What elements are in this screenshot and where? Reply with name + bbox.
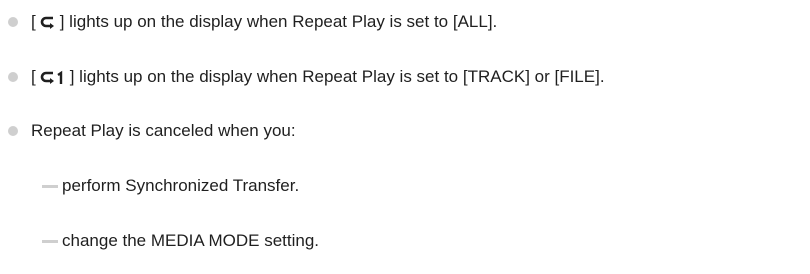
bullet-icon [8, 126, 18, 136]
sub-item-text: perform Synchronized Transfer. [62, 176, 300, 195]
note-text-canceled: Repeat Play is canceled when you: [31, 121, 296, 140]
bullet-icon [8, 72, 18, 82]
sub-item-text: change the MEDIA MODE setting. [62, 231, 320, 250]
bullet-icon [8, 17, 18, 27]
repeat-all-icon [40, 15, 56, 31]
note-text-repeat-all: [] lights up on the display when Repeat … [31, 12, 498, 31]
dash-icon [42, 185, 58, 188]
note-text-repeat-one: [] lights up on the display when Repeat … [31, 67, 605, 86]
dash-icon [42, 240, 58, 243]
repeat-one-icon [40, 70, 66, 86]
